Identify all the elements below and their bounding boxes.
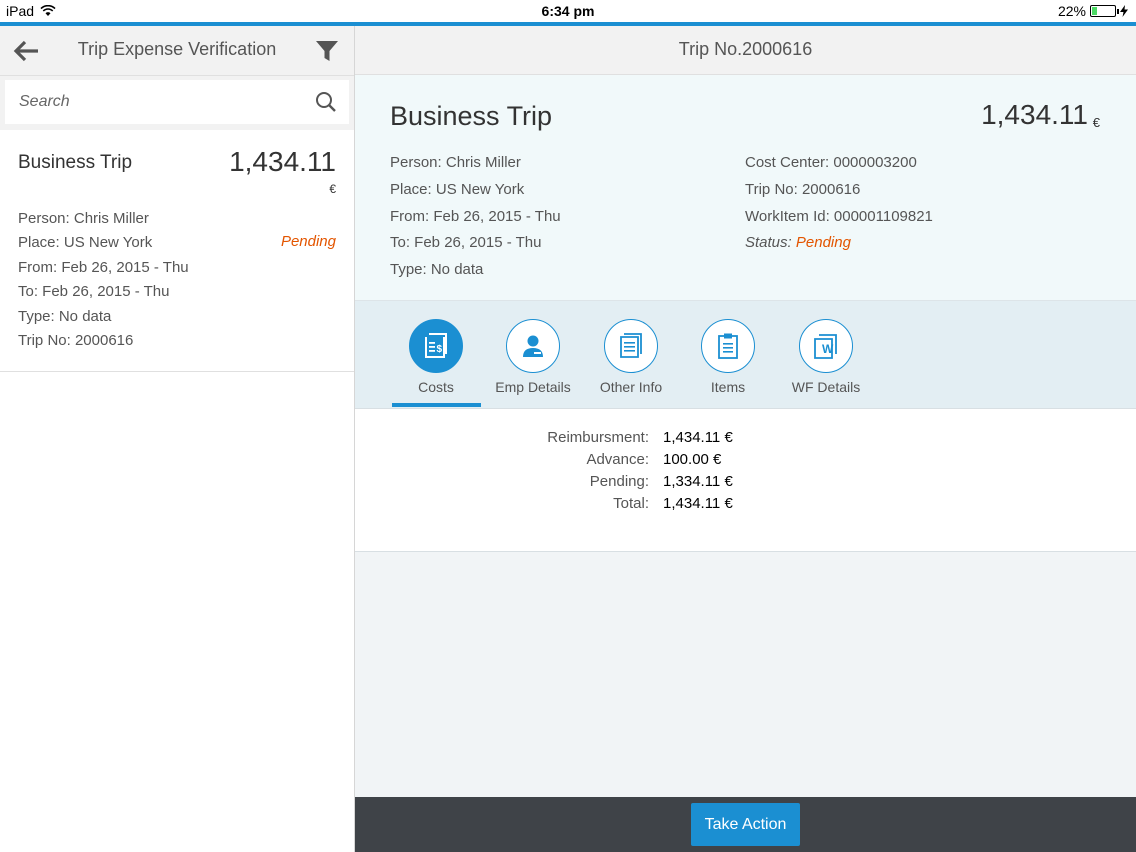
cost-label: Advance: — [586, 451, 649, 468]
active-tab-indicator — [392, 403, 481, 407]
object-attribute: Cost Center: 0000003200 — [745, 154, 917, 171]
object-attribute: Place: US New York — [390, 180, 525, 198]
tab-label: Items — [710, 379, 746, 395]
cost-value: 100.00 € — [663, 451, 722, 468]
battery-percent: 22% — [1057, 3, 1086, 19]
tab-costs[interactable]: $ Costs — [386, 319, 486, 395]
charging-icon — [1120, 5, 1128, 17]
object-amount: 1,434.11 — [981, 99, 1088, 130]
tab-items[interactable]: Items — [678, 319, 778, 395]
object-attribute: Type: No data — [390, 261, 484, 279]
list-item-attribute: Type: No data — [18, 307, 112, 325]
cost-value: 1,334.11 € — [663, 473, 733, 490]
tab-emp-details[interactable]: Emp Details — [483, 319, 583, 395]
object-title: Business Trip — [390, 101, 553, 131]
workflow-document-icon: W — [814, 334, 837, 359]
list-item-attribute: Trip No: 2000616 — [18, 332, 134, 350]
object-attribute: To: Feb 26, 2015 - Thu — [390, 234, 542, 252]
object-attribute: Person: Chris Miller — [390, 154, 521, 171]
search-icon[interactable] — [315, 91, 337, 113]
cost-label: Total: — [613, 495, 649, 512]
costs-panel: Reimbursment: 1,434.11 € Advance: 100.00… — [355, 409, 1136, 552]
search-input[interactable] — [5, 80, 349, 124]
status-label: Status: — [745, 234, 792, 252]
icon-tab-bar: $ Costs Emp Details Other Info Items W W… — [355, 301, 1136, 409]
svg-text:$: $ — [437, 344, 443, 355]
document-icon — [620, 333, 642, 358]
cost-label: Pending: — [589, 473, 649, 490]
cost-label: Reimbursment: — [547, 429, 649, 446]
tab-label: Costs — [418, 379, 454, 395]
list-item-attribute: To: Feb 26, 2015 - Thu — [18, 283, 170, 301]
list-item[interactable]: Business Trip 1,434.11 € Person: Chris M… — [0, 130, 354, 372]
object-status: Status: Pending — [745, 230, 933, 257]
search-bar — [0, 76, 354, 130]
list-item-attribute: From: Feb 26, 2015 - Thu — [18, 258, 189, 276]
employee-icon — [523, 335, 543, 357]
cost-value: 1,434.11 € — [663, 429, 733, 446]
footer-toolbar: Take Action — [355, 797, 1136, 852]
object-attribute: WorkItem Id: 000001109821 — [745, 207, 933, 225]
tab-label: WF Details — [791, 379, 861, 395]
take-action-button[interactable]: Take Action — [691, 803, 800, 846]
object-attribute: From: Feb 26, 2015 - Thu — [390, 207, 561, 225]
tab-label: Emp Details — [495, 379, 571, 395]
master-pane: Trip Expense Verification Business Trip … — [0, 26, 355, 852]
status-value: Pending — [795, 234, 851, 252]
cost-value: 1,434.11 € — [663, 495, 733, 512]
detail-header-title: Trip No.2000616 — [355, 26, 1136, 75]
tab-label: Other Info — [599, 379, 663, 395]
document-money-icon: $ — [425, 333, 447, 358]
clipboard-icon — [718, 333, 738, 359]
detail-pane: Trip No.2000616 Business Trip 1,434.11 €… — [355, 26, 1136, 852]
clock: 6:34 pm — [541, 3, 595, 19]
battery-icon — [1090, 5, 1119, 17]
list-item-currency: € — [329, 182, 336, 196]
list-item-amount: 1,434.11 — [229, 146, 336, 177]
search-box — [5, 80, 349, 124]
tab-wf-details[interactable]: W WF Details — [776, 319, 876, 395]
status-bar: iPad 6:34 pm 22% — [0, 0, 1136, 22]
list-item-attribute: Place: US New York — [18, 234, 153, 252]
object-header: Business Trip 1,434.11 € Person: Chris M… — [355, 75, 1136, 301]
filter-icon[interactable] — [314, 38, 340, 64]
list-item-status: Pending — [280, 233, 336, 250]
tab-other-info[interactable]: Other Info — [581, 319, 681, 395]
object-attribute: Trip No: 2000616 — [745, 180, 861, 198]
object-currency: € — [1092, 115, 1100, 130]
object-attributes-left: Person: Chris Miller Place: US New York … — [390, 150, 561, 284]
list-item-title: Business Trip — [18, 152, 133, 173]
master-title: Trip Expense Verification — [77, 39, 277, 59]
master-header: Trip Expense Verification — [0, 26, 354, 76]
list-item-attribute: Person: Chris Miller — [18, 210, 149, 227]
svg-text:W: W — [822, 342, 834, 356]
list-item-attributes: Person: Chris Miller Place: US New York … — [18, 207, 189, 353]
object-attributes-right: Cost Center: 0000003200 Trip No: 2000616… — [745, 150, 933, 257]
